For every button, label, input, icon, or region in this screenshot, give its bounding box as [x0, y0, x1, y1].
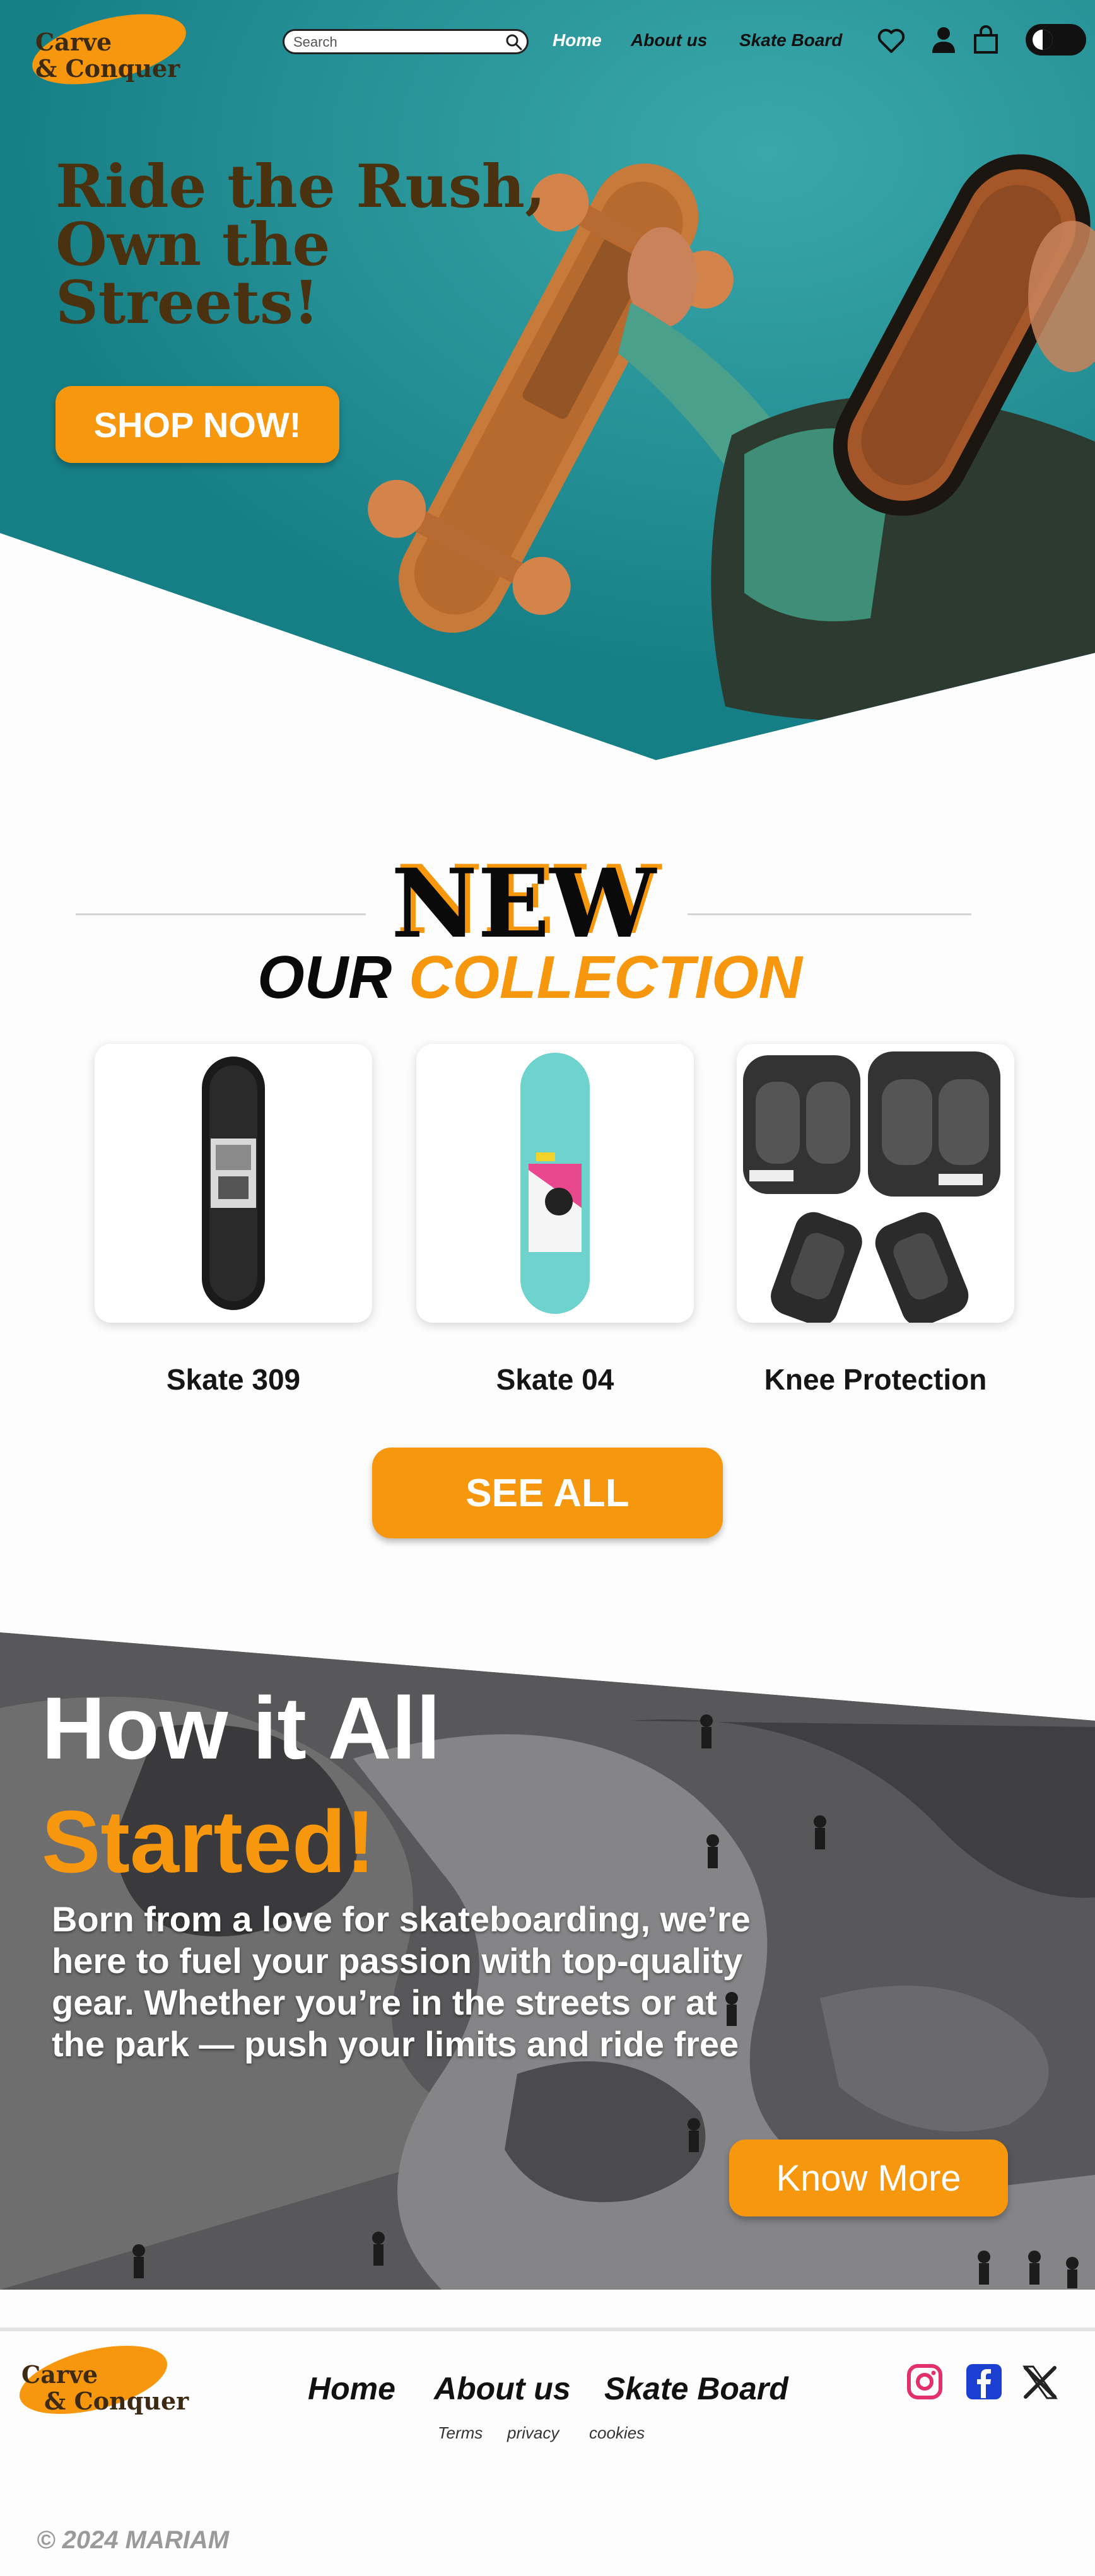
- brand-logo[interactable]: Carve & Conquer: [25, 1, 230, 98]
- product-card-skate-309[interactable]: [95, 1044, 372, 1323]
- facebook-icon[interactable]: [965, 2363, 1003, 2401]
- footer-brand-logo[interactable]: Carve & Conquer: [13, 2333, 214, 2430]
- user-icon[interactable]: [931, 25, 956, 54]
- divider-right: [688, 913, 971, 915]
- story-title-line-2: Started!: [42, 1792, 375, 1891]
- logo-line-2: & Conquer: [35, 54, 180, 83]
- shop-now-button[interactable]: SHOP NOW!: [56, 386, 339, 463]
- footer-nav-about-us[interactable]: About us: [434, 2370, 571, 2407]
- copyright-text: © 2024 MARIAM: [37, 2526, 230, 2554]
- product-card-skate-04[interactable]: [416, 1044, 694, 1323]
- search-icon[interactable]: [505, 33, 523, 51]
- theme-toggle-icon: [1033, 30, 1053, 50]
- theme-toggle[interactable]: [1026, 24, 1086, 56]
- search-bar[interactable]: [283, 29, 529, 54]
- hero-title-line-1: Ride the Rush,: [56, 152, 546, 221]
- footer-logo-line-1: Carve: [21, 2360, 98, 2389]
- hero-title: Ride the Rush, Own the Streets!: [56, 152, 623, 337]
- logo-line-1: Carve: [35, 28, 112, 56]
- search-input[interactable]: [293, 33, 495, 51]
- x-icon[interactable]: [1022, 2364, 1058, 2401]
- knee-pads-image: [743, 1051, 1000, 1323]
- product-card-knee-protection[interactable]: [737, 1044, 1014, 1323]
- story-body: Born from a love for skateboarding, we’r…: [52, 1899, 751, 2064]
- hero-title-line-3: Streets!: [56, 268, 320, 337]
- divider-left: [76, 913, 366, 915]
- hero-section: Carve & Conquer Home About us Skate Boar…: [0, 0, 1095, 760]
- hero-title-line-2: Own the: [56, 210, 331, 279]
- footer-divider: [0, 2327, 1095, 2331]
- footer-terms-link[interactable]: Terms: [438, 2423, 483, 2443]
- collection-title-word-2: COLLECTION: [409, 944, 802, 1011]
- product-name-skate-309[interactable]: Skate 309: [76, 1362, 391, 1396]
- collection-title: OUR COLLECTION: [214, 946, 845, 1009]
- teal-skateboard-image: [520, 1053, 590, 1314]
- collection-title-word-1: OUR: [257, 944, 392, 1011]
- hero-image: [0, 0, 1095, 760]
- bag-icon[interactable]: [973, 25, 999, 54]
- footer-nav-home[interactable]: Home: [308, 2370, 395, 2407]
- footer-cookies-link[interactable]: cookies: [589, 2423, 645, 2443]
- instagram-icon[interactable]: [906, 2363, 944, 2401]
- footer-logo-line-2: & Conquer: [44, 2387, 189, 2415]
- know-more-button[interactable]: Know More: [729, 2140, 1008, 2216]
- product-name-knee-protection[interactable]: Knee Protection: [718, 1362, 1033, 1396]
- new-badge-title: NEW: [391, 848, 656, 959]
- product-name-skate-04[interactable]: Skate 04: [397, 1362, 713, 1396]
- story-title-line-1: How it All: [42, 1678, 441, 1777]
- footer-privacy-link[interactable]: privacy: [507, 2423, 559, 2443]
- heart-icon[interactable]: [877, 28, 906, 54]
- footer-nav-skate-board[interactable]: Skate Board: [604, 2370, 788, 2407]
- nav-home[interactable]: Home: [553, 30, 602, 50]
- nav-skate-board[interactable]: Skate Board: [739, 30, 842, 50]
- nav-about-us[interactable]: About us: [631, 30, 707, 50]
- see-all-button[interactable]: SEE ALL: [372, 1448, 723, 1538]
- black-skateboard-image: [202, 1057, 265, 1310]
